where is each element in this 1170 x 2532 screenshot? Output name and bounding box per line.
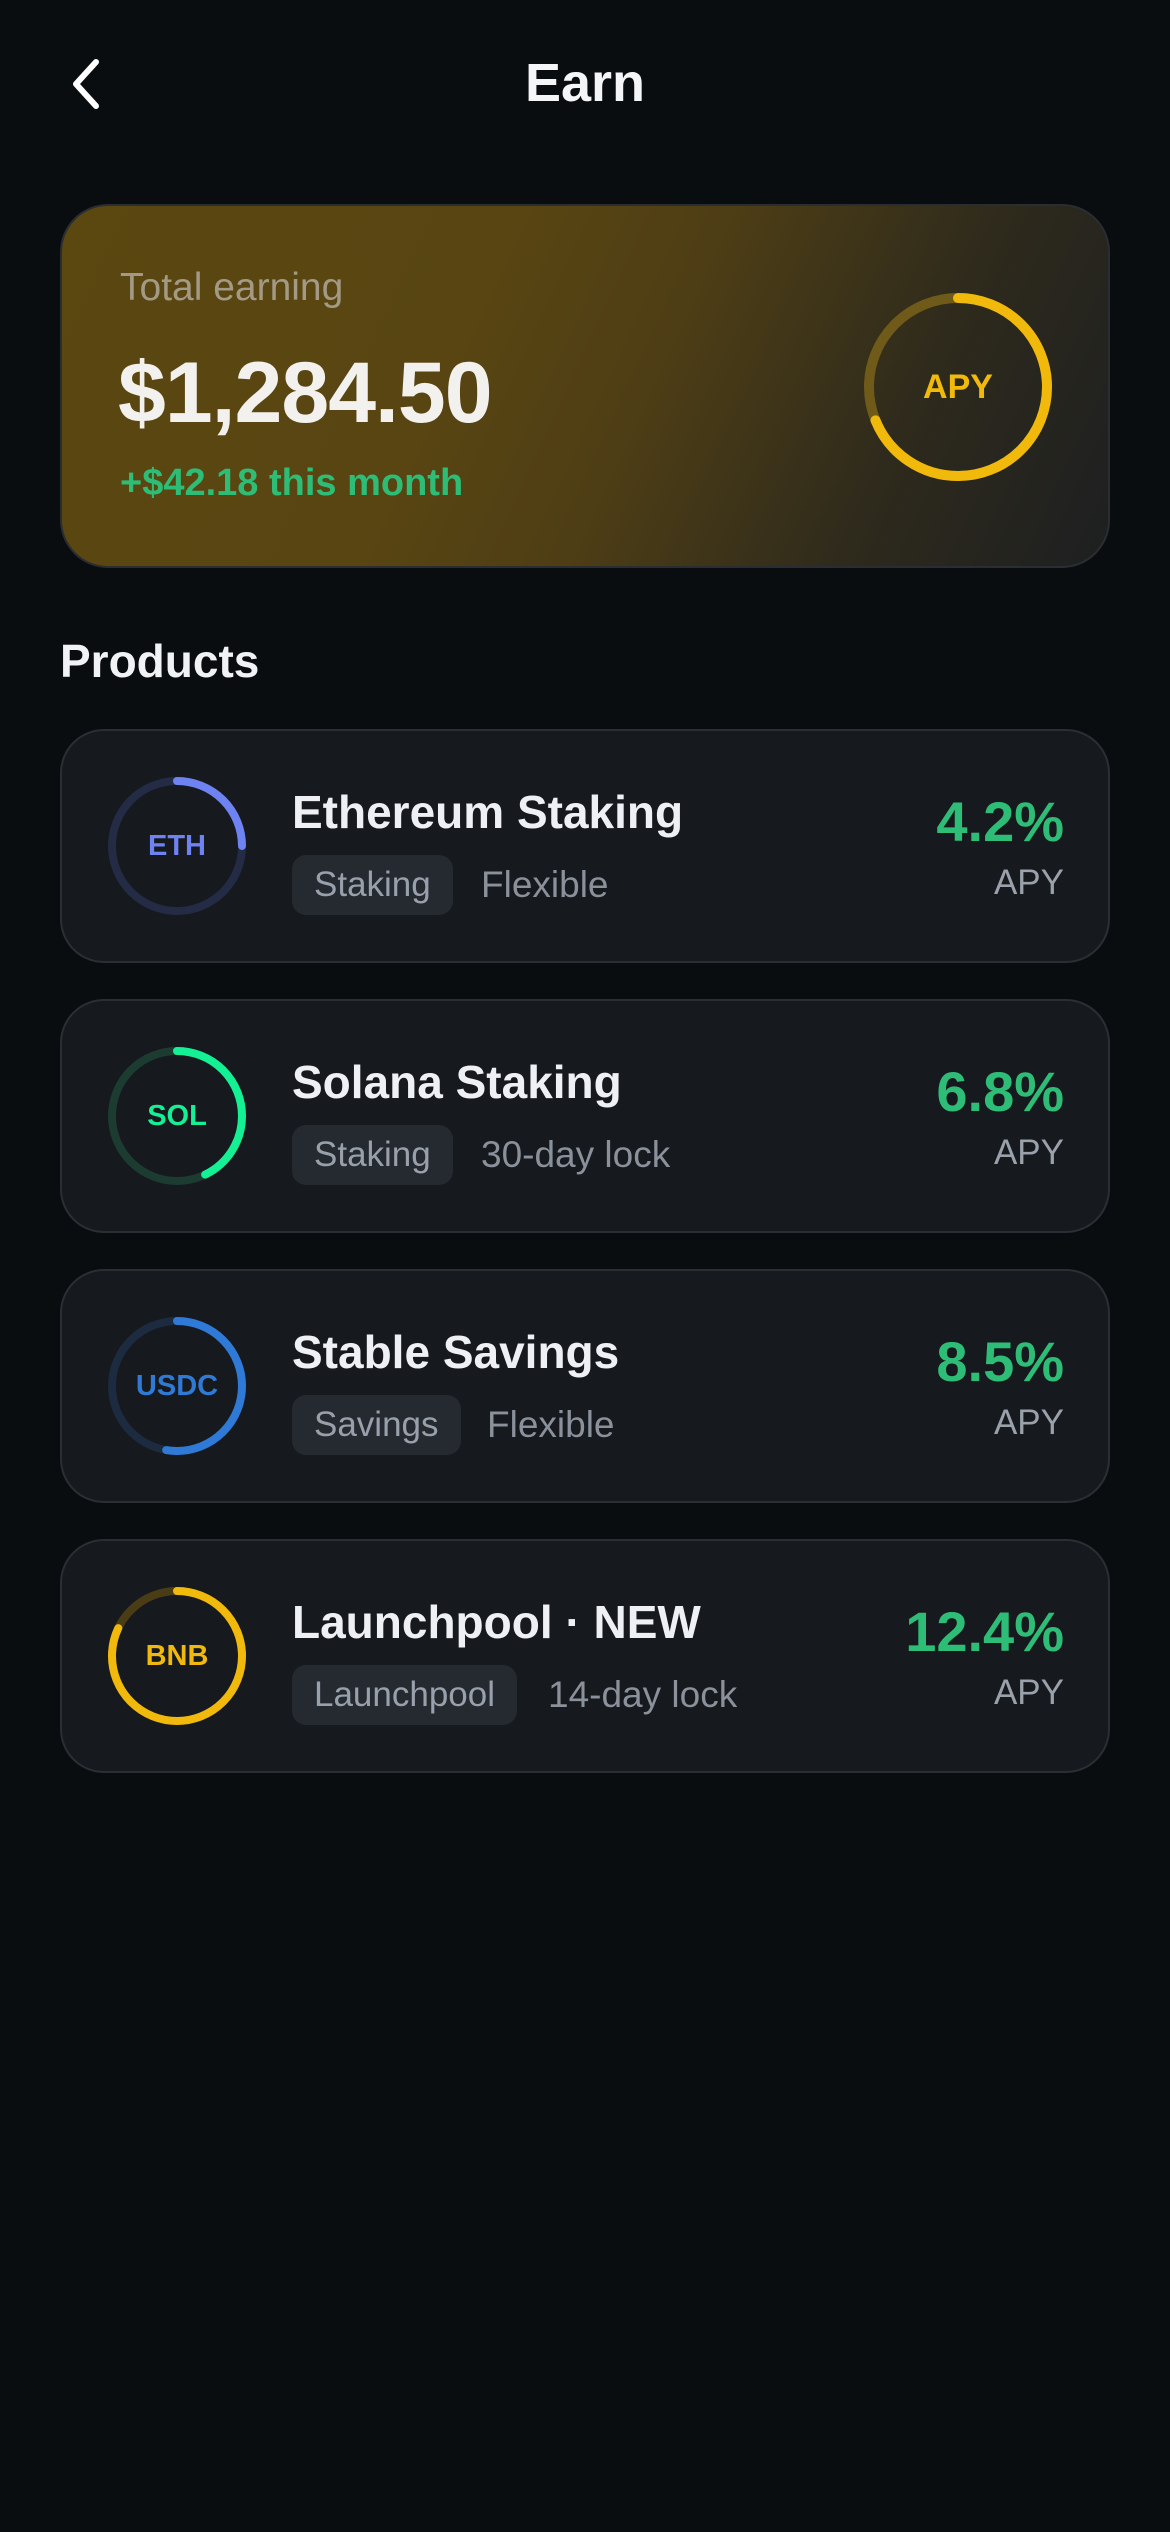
top-bar: Earn	[0, 0, 1170, 170]
product-apy-label: APY	[993, 863, 1064, 902]
product-card-eth-staking[interactable]: ETH Ethereum Staking Staking Flexible 4.…	[60, 729, 1110, 963]
eth-coin-ring: ETH	[106, 775, 248, 917]
page-title: Earn	[524, 53, 646, 113]
product-name: Ethereum Staking	[292, 786, 684, 838]
product-name: Solana Staking	[292, 1056, 622, 1108]
product-card-stable-savings[interactable]: USDC Stable Savings Savings Flexible 8.5…	[60, 1269, 1110, 1503]
product-apy-value: 8.5%	[936, 1330, 1064, 1393]
product-apy-value: 6.8%	[936, 1060, 1064, 1123]
product-term: Flexible	[487, 1404, 615, 1445]
total-earning-amount: $1,284.50	[118, 345, 493, 441]
total-earning-label: Total earning	[120, 266, 344, 309]
product-category-tag: Launchpool	[292, 1665, 517, 1725]
product-apy-label: APY	[993, 1133, 1064, 1172]
coin-symbol: BNB	[145, 1639, 209, 1672]
product-category-tag: Staking	[292, 855, 453, 915]
usdc-coin-ring: USDC	[106, 1315, 248, 1457]
apy-ring-label: APY	[923, 367, 993, 406]
monthly-change: +$42.18 this month	[120, 462, 464, 504]
product-term: Flexible	[481, 864, 609, 905]
coin-symbol: ETH	[148, 829, 206, 862]
coin-symbol: SOL	[147, 1099, 207, 1132]
product-name: Launchpool · NEW	[292, 1596, 701, 1648]
product-card-launchpool[interactable]: BNB Launchpool · NEW Launchpool 14-day l…	[60, 1539, 1110, 1773]
product-term: 30-day lock	[481, 1134, 671, 1175]
total-earning-card: Total earning $1,284.50 +$42.18 this mon…	[60, 204, 1110, 568]
coin-symbol: USDC	[135, 1369, 219, 1402]
product-apy-value: 4.2%	[936, 790, 1064, 853]
product-name: Stable Savings	[292, 1326, 620, 1378]
product-apy-value: 12.4%	[905, 1600, 1064, 1663]
apy-ring: APY	[861, 290, 1055, 484]
product-card-sol-staking[interactable]: SOL Solana Staking Staking 30-day lock 6…	[60, 999, 1110, 1233]
product-apy-label: APY	[993, 1403, 1064, 1442]
products-heading: Products	[60, 635, 260, 687]
product-category-tag: Staking	[292, 1125, 453, 1185]
product-term: 14-day lock	[548, 1674, 738, 1715]
sol-coin-ring: SOL	[106, 1045, 248, 1187]
product-category-tag: Savings	[292, 1395, 461, 1455]
earn-screen: Earn Total earning $1,284.50 +$42.18 thi…	[0, 0, 1170, 2532]
product-apy-label: APY	[993, 1673, 1064, 1712]
bnb-coin-ring: BNB	[106, 1585, 248, 1727]
